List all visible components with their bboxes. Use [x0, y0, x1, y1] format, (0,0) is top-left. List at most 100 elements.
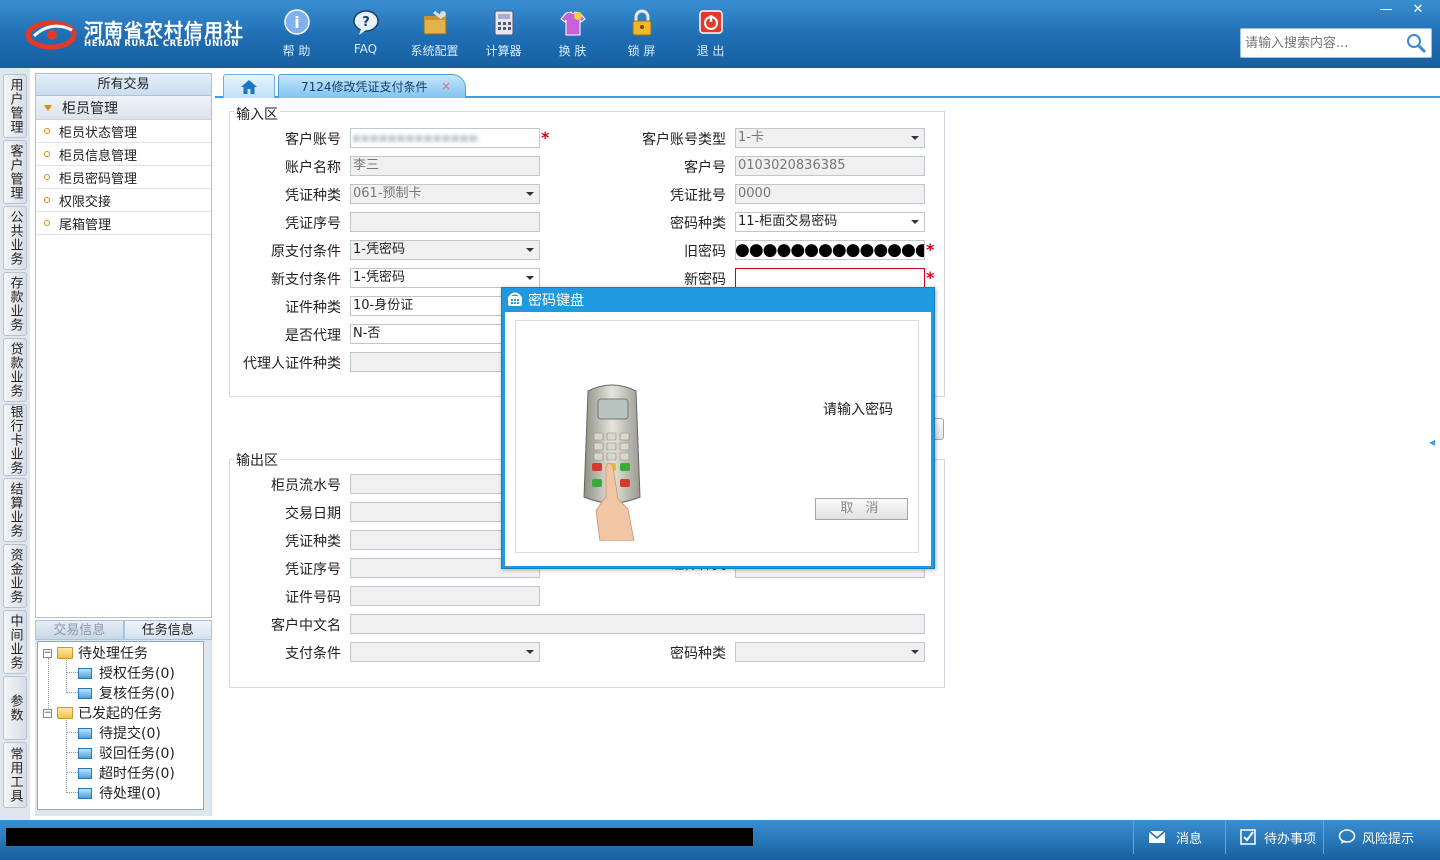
- cust-account-field[interactable]: [350, 128, 540, 148]
- tree-line: [66, 772, 78, 773]
- calculator-button[interactable]: 计算器: [469, 8, 538, 62]
- nav-item-teller-password[interactable]: 柜员密码管理: [36, 166, 211, 189]
- faq-button[interactable]: ? FAQ: [331, 8, 400, 62]
- rail-tab-label: 银行卡业务: [7, 405, 23, 475]
- tab-current-transaction[interactable]: 7124修改凭证支付条件 ×: [278, 74, 466, 98]
- power-icon: [698, 10, 723, 34]
- rail-tab-funds[interactable]: 资金业务: [3, 544, 27, 608]
- status-bar: 消息 待办事项 风险提示: [0, 820, 1440, 860]
- tree-node-to-process[interactable]: 待处理(0): [78, 783, 161, 803]
- collapse-arrow-icon[interactable]: ◂: [1429, 435, 1437, 449]
- rail-tab-loan[interactable]: 贷款业务: [3, 338, 27, 402]
- nav-item-tail-box[interactable]: 尾箱管理: [36, 212, 211, 235]
- voucher-batch-label: 凭证批号: [670, 188, 726, 204]
- tab-home[interactable]: [223, 74, 275, 98]
- nav-item-teller-info[interactable]: 柜员信息管理: [36, 143, 211, 166]
- old-password-field[interactable]: ●●●●●●●●●●●●●●●: [735, 240, 925, 260]
- status-todo-button[interactable]: 待办事项: [1225, 820, 1323, 854]
- rail-tab-label: 客户管理: [7, 144, 23, 200]
- tab-task-info[interactable]: 任务信息: [123, 620, 212, 640]
- rail-tab-intermediate[interactable]: 中间业务: [3, 610, 27, 674]
- chevron-down-icon: [526, 650, 534, 654]
- config-button[interactable]: 系统配置: [400, 8, 469, 62]
- rail-tab-public-business[interactable]: 公共业务: [3, 206, 27, 270]
- new-pay-cond-select[interactable]: 1-凭密码: [350, 268, 540, 288]
- out-pwd-type-select[interactable]: [735, 642, 925, 662]
- select-value: N-否: [353, 326, 381, 341]
- tree-line: [66, 732, 78, 733]
- nav-header[interactable]: 所有交易: [36, 74, 211, 96]
- rail-tab-user-mgmt[interactable]: 用户管理: [3, 74, 27, 138]
- cust-no-field[interactable]: 0103020836385: [735, 156, 925, 176]
- required-mark: *: [926, 268, 935, 287]
- orig-pay-cond-select[interactable]: 1-凭密码: [350, 240, 540, 260]
- teller-serial-label: 柜员流水号: [271, 478, 341, 494]
- rail-tab-customer-mgmt[interactable]: 客户管理: [3, 140, 27, 204]
- account-name-field[interactable]: 李三: [350, 156, 540, 176]
- tree-node-label: 超时任务(0): [99, 766, 175, 782]
- search-input[interactable]: [1241, 29, 1407, 57]
- tree-node-pending[interactable]: − 待处理任务: [43, 643, 148, 663]
- rail-tab-settlement[interactable]: 结算业务: [3, 478, 27, 542]
- chat-bubble-icon: [1338, 829, 1356, 844]
- select-value: 1-凭密码: [353, 270, 405, 285]
- required-mark: *: [926, 240, 935, 259]
- voucher-type-select[interactable]: 061-预制卡: [350, 184, 540, 204]
- status-risk-button[interactable]: 风险提示: [1323, 820, 1440, 854]
- rail-tab-params[interactable]: 参数: [3, 676, 27, 740]
- lock-button[interactable]: 锁 屏: [607, 8, 676, 62]
- required-mark: *: [541, 128, 550, 147]
- status-message-label: 消息: [1176, 831, 1203, 847]
- tree-node-review-tasks[interactable]: 复核任务(0): [78, 683, 175, 703]
- rail-tab-label: 结算业务: [7, 482, 23, 538]
- minimize-button[interactable]: —: [1370, 0, 1402, 18]
- tree-node-to-submit[interactable]: 待提交(0): [78, 723, 161, 743]
- rail-tab-label: 用户管理: [7, 78, 23, 134]
- rail-tab-bank-card[interactable]: 银行卡业务: [3, 404, 27, 476]
- pwd-type-select[interactable]: 11-柜面交易密码: [735, 212, 925, 232]
- new-password-field[interactable]: [735, 268, 925, 288]
- bullet-icon: [44, 220, 50, 226]
- tree-line: [66, 660, 67, 693]
- nav-item-label: 权限交接: [59, 194, 112, 210]
- collapse-icon[interactable]: −: [43, 648, 52, 658]
- nav-item-permission-handover[interactable]: 权限交接: [36, 189, 211, 212]
- cust-cn-name-field[interactable]: [350, 614, 925, 634]
- out-voucher-type-label: 凭证种类: [285, 534, 341, 550]
- rail-tab-deposit[interactable]: 存款业务: [3, 272, 27, 336]
- tab-transaction-info[interactable]: 交易信息: [35, 620, 124, 640]
- exit-label: 退 出: [696, 44, 725, 58]
- nav-group-teller[interactable]: 柜员管理: [36, 96, 211, 120]
- tree-node-timeout[interactable]: 超时任务(0): [78, 763, 175, 783]
- folder-icon: [57, 707, 73, 719]
- tree-node-initiated[interactable]: − 已发起的任务: [43, 703, 162, 723]
- skin-button[interactable]: 换 肤: [538, 8, 607, 62]
- agent-id-type-label: 代理人证件种类: [243, 356, 341, 372]
- cancel-button[interactable]: 取 消: [815, 498, 908, 520]
- exit-button[interactable]: 退 出: [676, 8, 745, 62]
- rail-tab-label: 公共业务: [7, 210, 23, 266]
- tree-node-auth-tasks[interactable]: 授权任务(0): [78, 663, 175, 683]
- dialog-titlebar: 密码键盘: [502, 288, 934, 311]
- nav-item-teller-status[interactable]: 柜员状态管理: [36, 120, 211, 143]
- tree-node-rejected[interactable]: 驳回任务(0): [78, 743, 175, 763]
- checkbox-icon: [1240, 829, 1256, 845]
- cust-account-type-select[interactable]: 1-卡: [735, 128, 925, 148]
- voucher-seq-field[interactable]: [350, 212, 540, 232]
- chevron-down-icon: [526, 276, 534, 280]
- voucher-batch-field[interactable]: 0000: [735, 184, 925, 204]
- rail-tab-tools[interactable]: 常用工具: [3, 742, 27, 808]
- tree-line: [66, 672, 78, 673]
- close-window-button[interactable]: ✕: [1402, 0, 1434, 18]
- help-button[interactable]: i 帮 助: [262, 8, 331, 62]
- nav-item-label: 尾箱管理: [59, 217, 112, 233]
- status-message-button[interactable]: 消息: [1133, 820, 1225, 854]
- pay-cond-select[interactable]: [350, 642, 540, 662]
- tab-close-icon[interactable]: ×: [441, 79, 451, 93]
- status-todo-label: 待办事项: [1264, 831, 1317, 847]
- search-icon[interactable]: [1405, 32, 1427, 54]
- id-no-field[interactable]: [350, 586, 540, 606]
- id-type-label: 证件种类: [285, 300, 341, 316]
- tree-node-label: 待处理任务: [78, 646, 148, 662]
- collapse-icon[interactable]: −: [43, 708, 52, 718]
